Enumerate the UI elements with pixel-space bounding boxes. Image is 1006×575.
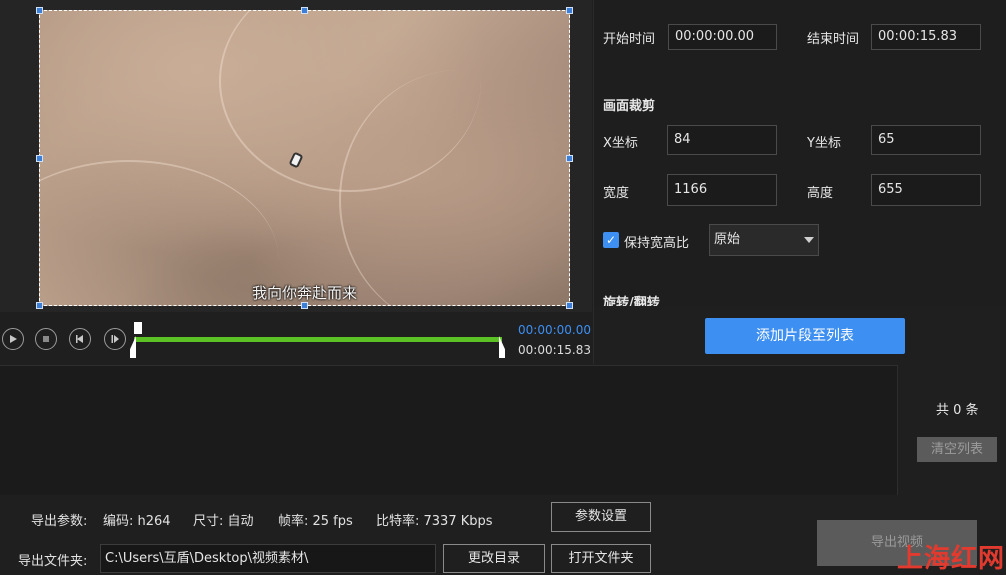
stop-button[interactable] <box>35 328 57 350</box>
open-folder-button[interactable]: 打开文件夹 <box>551 544 651 573</box>
y-coord-input[interactable]: 65 <box>871 125 981 155</box>
bitrate-info: 比特率: 7337 Kbps <box>376 514 493 529</box>
end-time-label: 结束时间 <box>807 32 860 47</box>
watermark-logo: 上海红网 <box>897 544 1006 574</box>
ratio-select-value: 原始 <box>714 232 741 247</box>
height-input[interactable]: 655 <box>871 174 981 206</box>
width-label: 宽度 <box>603 186 630 201</box>
dropdown-arrow-icon <box>804 237 814 243</box>
export-folder-label: 导出文件夹: <box>18 554 88 569</box>
checkbox-checked-icon: ✓ <box>605 233 617 247</box>
ratio-select[interactable]: 原始 <box>709 224 819 256</box>
total-time: 00:00:15.83 <box>518 343 591 357</box>
y-coord-label: Y坐标 <box>807 136 841 151</box>
change-directory-button[interactable]: 更改目录 <box>443 544 545 573</box>
crop-handle-top-right[interactable] <box>566 7 573 14</box>
next-frame-button[interactable] <box>104 328 126 350</box>
end-time-input[interactable]: 00:00:15.83 <box>871 24 981 50</box>
crop-handle-bottom-right[interactable] <box>566 302 573 309</box>
width-input[interactable]: 1166 <box>667 174 777 206</box>
codec-info: 编码: h264 <box>103 514 171 529</box>
segment-list <box>0 365 898 495</box>
play-button[interactable] <box>2 328 24 350</box>
x-coord-input[interactable]: 84 <box>667 125 777 155</box>
video-frame <box>39 10 570 306</box>
add-segment-button[interactable]: 添加片段至列表 <box>705 318 905 354</box>
list-side-panel <box>898 365 1006 495</box>
x-coord-label: X坐标 <box>603 136 638 151</box>
export-folder-path[interactable]: C:\Users\互盾\Desktop\视频素材\ <box>100 544 436 573</box>
video-subtitle: 我向你奔赴而来 <box>251 284 357 302</box>
keep-ratio-checkbox[interactable]: ✓ <box>603 232 619 248</box>
clear-list-button[interactable]: 清空列表 <box>917 437 997 462</box>
play-icon <box>10 335 17 343</box>
current-time: 00:00:00.00 <box>518 323 591 337</box>
crop-handle-left[interactable] <box>36 155 43 162</box>
crop-handle-top[interactable] <box>301 7 308 14</box>
keep-ratio-label: 保持宽高比 <box>624 236 690 251</box>
playhead-marker[interactable] <box>134 322 142 334</box>
crop-handle-bottom-left[interactable] <box>36 302 43 309</box>
crop-handle-top-left[interactable] <box>36 7 43 14</box>
next-frame-icon <box>111 335 119 343</box>
stop-icon <box>43 336 49 342</box>
params-settings-button[interactable]: 参数设置 <box>551 502 651 532</box>
export-params-label: 导出参数: <box>31 514 88 529</box>
timeline-selected-range[interactable] <box>134 337 502 342</box>
prev-frame-button[interactable] <box>69 328 91 350</box>
prev-frame-icon <box>76 335 83 343</box>
size-info: 尺寸: 自动 <box>193 514 254 529</box>
height-label: 高度 <box>807 186 834 201</box>
crop-handle-bottom[interactable] <box>301 302 308 309</box>
segment-count: 共 0 条 <box>936 403 979 418</box>
start-time-input[interactable]: 00:00:00.00 <box>668 24 777 50</box>
crop-handle-right[interactable] <box>566 155 573 162</box>
start-time-label: 开始时间 <box>603 32 656 47</box>
fps-info: 帧率: 25 fps <box>278 514 353 529</box>
crop-section-title: 画面裁剪 <box>603 99 656 114</box>
